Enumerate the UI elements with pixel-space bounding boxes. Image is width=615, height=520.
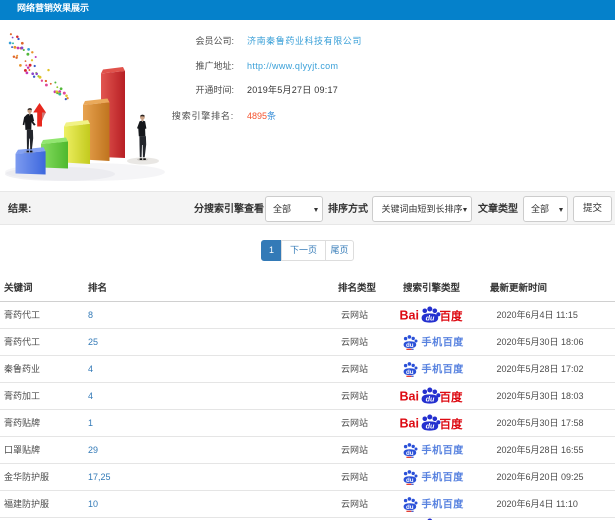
svg-text:du: du [426,422,435,431]
svg-text:du: du [406,477,414,484]
svg-text:du: du [406,504,414,511]
svg-text:手机百度: 手机百度 [422,498,465,511]
svg-text:百度: 百度 [440,309,463,323]
svg-text:手机百度: 手机百度 [422,444,465,457]
svg-text:Bai: Bai [400,309,419,323]
svg-text:百度: 百度 [440,417,463,431]
svg-text:du: du [406,369,414,376]
svg-text:手机百度: 手机百度 [422,336,465,349]
svg-text:手机百度: 手机百度 [422,471,465,484]
svg-text:du: du [406,450,414,457]
svg-text:Bai: Bai [400,417,419,431]
svg-text:du: du [426,395,435,404]
svg-text:du: du [406,342,414,349]
svg-text:Bai: Bai [400,390,419,404]
svg-text:百度: 百度 [440,390,463,404]
svg-text:手机百度: 手机百度 [422,363,465,376]
svg-text:du: du [426,314,435,323]
